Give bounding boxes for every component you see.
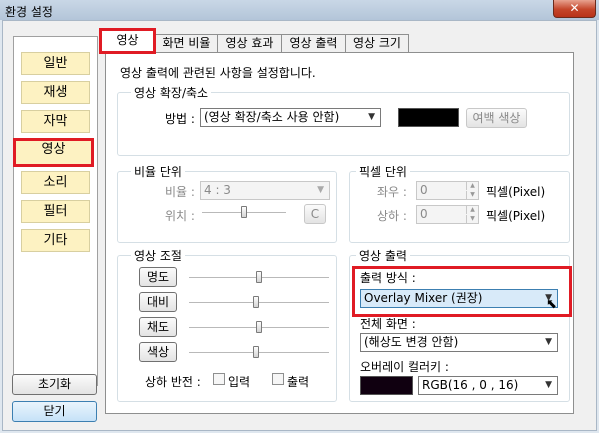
output-group-label: 영상 출력 bbox=[356, 247, 410, 264]
flip-input-label: 입력 bbox=[228, 375, 251, 389]
flip-output-label: 출력 bbox=[287, 375, 310, 389]
adjust-slider-thumb[interactable] bbox=[253, 296, 260, 308]
category-list: 일반 재생 자막 영상 소리 필터 기타 bbox=[13, 36, 98, 386]
tab-video-output[interactable]: 영상 출력 bbox=[281, 34, 346, 53]
margin-color-swatch[interactable] bbox=[398, 108, 459, 127]
position-label: 위치 : bbox=[165, 209, 195, 223]
chevron-down-icon: ▼ bbox=[545, 380, 552, 390]
reset-button[interactable]: 초기화 bbox=[12, 374, 97, 395]
tab-aspect-ratio[interactable]: 화면 비율 bbox=[155, 34, 218, 53]
margin-color-button[interactable]: 여백 색상 bbox=[466, 108, 527, 128]
flip-output-checkbox[interactable] bbox=[272, 373, 284, 385]
spin-down-icon[interactable]: ▼ bbox=[466, 215, 478, 223]
tab-video-size[interactable]: 영상 크기 bbox=[345, 34, 409, 53]
video-settings-panel: 영상 출력에 관련된 사항을 설정합니다. 영상 확장/축소 방법 : (영상 … bbox=[105, 52, 574, 414]
horizontal-spinner[interactable]: 0 ▲ ▼ bbox=[416, 181, 479, 200]
tab-video-effects[interactable]: 영상 효과 bbox=[217, 34, 282, 53]
overlay-color-value: RGB(16 , 0 , 16) bbox=[422, 378, 519, 392]
spin-up-icon[interactable]: ▲ bbox=[466, 182, 478, 190]
ratio-group-label: 비율 단위 bbox=[131, 163, 185, 180]
chevron-down-icon: ▼ bbox=[368, 112, 375, 122]
flip-input-checkbox[interactable] bbox=[213, 373, 225, 385]
output-method-value: Overlay Mixer (권장) bbox=[364, 291, 483, 305]
horizontal-value: 0 bbox=[420, 183, 428, 197]
fullscreen-label: 전체 화면 : bbox=[360, 317, 416, 331]
vertical-spinner[interactable]: 0 ▲ ▼ bbox=[416, 205, 479, 224]
spin-up-icon[interactable]: ▲ bbox=[466, 206, 478, 214]
output-method-select[interactable]: Overlay Mixer (권장) ▼ bbox=[360, 289, 558, 308]
saturation-button[interactable]: 채도 bbox=[139, 317, 177, 337]
nav-item-etc[interactable]: 기타 bbox=[21, 229, 90, 252]
hue-button[interactable]: 색상 bbox=[139, 342, 177, 362]
pixel-group-label: 픽셀 단위 bbox=[356, 163, 410, 180]
dialog-client: 일반 재생 자막 영상 소리 필터 기타 초기화 닫기 영상 화면 비율 영상 … bbox=[2, 20, 597, 431]
vertical-label: 상하 : bbox=[377, 209, 407, 223]
resize-method-select[interactable]: (영상 확장/축소 사용 안함) ▼ bbox=[200, 108, 381, 127]
adjust-slider-thumb[interactable] bbox=[253, 346, 260, 358]
overlay-color-label: 오버레이 컬러키 : bbox=[360, 360, 449, 374]
panel-description: 영상 출력에 관련된 사항을 설정합니다. bbox=[120, 66, 316, 80]
title-bar: 환경 설정 ✕ bbox=[0, 0, 599, 20]
contrast-button[interactable]: 대비 bbox=[139, 292, 177, 312]
vertical-unit-label: 픽셀(Pixel) bbox=[486, 209, 546, 223]
output-method-label: 출력 방식 : bbox=[360, 271, 416, 285]
position-slider-thumb[interactable] bbox=[241, 206, 247, 218]
brightness-button[interactable]: 명도 bbox=[139, 267, 177, 287]
nav-item-filter[interactable]: 필터 bbox=[21, 200, 90, 223]
horizontal-label: 좌우 : bbox=[377, 185, 407, 199]
nav-item-subtitle[interactable]: 자막 bbox=[21, 110, 90, 133]
nav-item-playback[interactable]: 재생 bbox=[21, 81, 90, 104]
horizontal-unit-label: 픽셀(Pixel) bbox=[486, 185, 546, 199]
mouse-cursor-icon: ⬉ bbox=[546, 297, 557, 312]
fullscreen-select[interactable]: (해상도 변경 안함) ▼ bbox=[360, 333, 558, 352]
tab-video[interactable]: 영상 bbox=[99, 28, 156, 54]
nav-item-general[interactable]: 일반 bbox=[21, 52, 90, 75]
overlay-color-swatch[interactable] bbox=[360, 376, 413, 395]
center-button[interactable]: C bbox=[304, 204, 326, 224]
flip-label: 상하 반전 : bbox=[145, 375, 201, 389]
adjust-slider-thumb[interactable] bbox=[256, 271, 262, 283]
chevron-down-icon: ▼ bbox=[545, 337, 552, 347]
ratio-value: 4 : 3 bbox=[204, 183, 231, 197]
window-title: 환경 설정 bbox=[5, 5, 53, 19]
close-window-button[interactable]: ✕ bbox=[553, 0, 596, 18]
ratio-label: 비율 : bbox=[165, 185, 195, 199]
adjust-group-label: 영상 조절 bbox=[131, 247, 185, 264]
close-button[interactable]: 닫기 bbox=[12, 401, 97, 422]
overlay-color-select[interactable]: RGB(16 , 0 , 16) ▼ bbox=[418, 376, 558, 395]
nav-item-sound[interactable]: 소리 bbox=[21, 171, 90, 194]
spin-down-icon[interactable]: ▼ bbox=[466, 191, 478, 199]
chevron-down-icon: ▼ bbox=[317, 185, 324, 195]
ratio-select[interactable]: 4 : 3 ▼ bbox=[200, 181, 330, 200]
resize-group-label: 영상 확장/축소 bbox=[131, 84, 212, 101]
resize-method-label: 방법 : bbox=[165, 112, 195, 126]
resize-method-value: (영상 확장/축소 사용 안함) bbox=[204, 110, 340, 124]
nav-item-video[interactable]: 영상 bbox=[13, 138, 94, 167]
adjust-slider-thumb[interactable] bbox=[256, 321, 262, 333]
fullscreen-value: (해상도 변경 안함) bbox=[364, 335, 459, 349]
vertical-value: 0 bbox=[420, 207, 428, 221]
